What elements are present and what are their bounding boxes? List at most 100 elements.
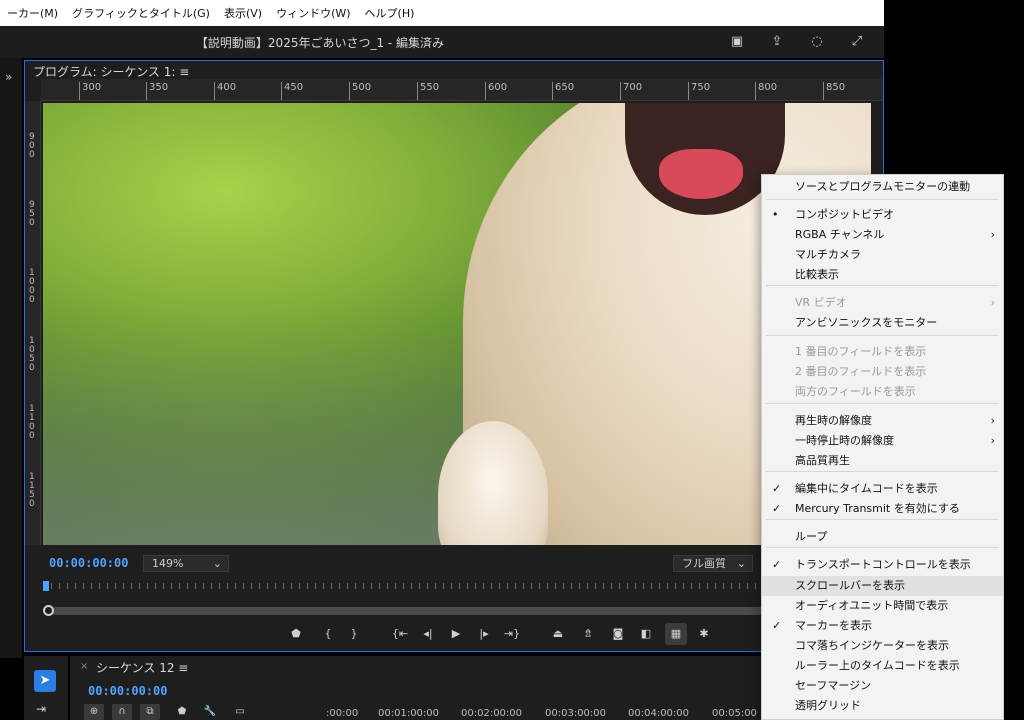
context-menu-item[interactable]: ルーラー上のタイムコードを表示 [762,656,1003,676]
share-icon[interactable]: ⇪ [768,33,786,51]
menu-help[interactable]: ヘルプ(H) [358,5,422,21]
marker-icon[interactable]: ⬟ [172,704,192,720]
settings-icon[interactable]: ▦ [665,623,687,645]
context-menu-item[interactable]: 比較表示 [762,265,1003,285]
context-menu-item[interactable]: 再生時の解像度 › [762,411,1003,431]
background-blur [43,323,463,545]
checkmark-icon: ✓ [772,619,782,632]
menu-marker[interactable]: ーカー(M) [0,5,65,21]
timeline-time-label: :00:00 [326,708,359,719]
checkmark-icon: ✓ [772,558,782,571]
vruler-label: 1150 [29,472,35,509]
ruler-label: 450 [281,82,303,100]
context-menu-item[interactable]: ソースとプログラムモニターの連動 [762,177,1003,197]
context-menu-label: オーディオユニット時間で表示 [795,599,949,612]
context-menu-item: 2 番目のフィールドを表示 [762,362,1003,382]
checkmark-icon: ✓ [772,482,782,495]
context-menu-label: ルーラー上のタイムコードを表示 [795,659,960,672]
vruler-label: 1000 [29,268,35,305]
context-menu-item[interactable]: • コンポジットビデオ [762,205,1003,225]
compare-view-icon[interactable]: ◧ [635,623,657,645]
context-menu-item[interactable]: コマ落ちインジケーターを表示 [762,636,1003,656]
context-menu-item[interactable]: スクロールバーを表示 [762,576,1003,596]
close-icon[interactable]: × [80,661,88,672]
submenu-arrow-icon: › [990,228,995,241]
scrollbar-handle[interactable] [43,605,54,616]
context-menu-item[interactable]: セーフマージン [762,676,1003,696]
context-menu-item: 両方のフィールドを表示 [762,382,1003,402]
step-back-icon[interactable]: ◂| [417,623,439,645]
menu-separator [766,285,999,286]
context-menu-label: セーフマージン [795,679,872,692]
context-menu-label: マルチカメラ [795,248,861,261]
resolution-select[interactable]: フル画質 ⌄ [673,555,753,572]
captions-icon[interactable]: ▭ [230,704,250,720]
fullscreen-icon[interactable]: ⤢ [848,33,866,51]
progress-icon[interactable]: ◌ [808,33,826,51]
monitor-context-menu: ソースとプログラムモニターの連動 • コンポジットビデオ RGBA チャンネル › マルチ… [761,174,1004,720]
context-menu-item[interactable]: 一時停止時の解像度 › [762,431,1003,451]
timeline-title[interactable]: シーケンス 12 ≡ [96,659,188,676]
menu-separator [766,335,999,336]
insert-icon[interactable]: ⊕ [84,704,104,720]
extract-icon[interactable]: ⇯ [577,623,599,645]
menu-separator [766,547,999,548]
context-menu-item[interactable]: マルチカメラ [762,245,1003,265]
panel-title[interactable]: プログラム: シーケンス 1: ≡ [33,63,189,80]
go-to-out-icon[interactable]: ⇥} [501,623,523,645]
context-menu-item[interactable]: ✓ マーカーを表示 [762,616,1003,636]
ruler-label: 800 [755,82,777,100]
premiere-window: ーカー(M) グラフィックとタイトル(G) 表示(V) ウィンドウ(W) ヘルプ… [0,0,1024,720]
wrench-icon[interactable]: 🔧 [200,704,220,720]
context-menu-label: RGBA チャンネル [795,228,885,241]
multicam-icon[interactable]: ✱ [693,623,715,645]
context-menu-item[interactable]: オーディオユニット時間で表示 [762,596,1003,616]
track-select-icon[interactable]: ⇥ [36,702,46,716]
mark-in-icon[interactable]: { [317,623,339,645]
linked-selection-icon[interactable]: ⧉ [140,704,160,720]
snap-icon[interactable]: ∩ [112,704,132,720]
playhead-marker[interactable] [43,581,49,591]
selection-tool-icon[interactable]: ➤ [34,670,56,692]
ruler-label: 650 [552,82,574,100]
menu-window[interactable]: ウィンドウ(W) [269,5,357,21]
zoom-scrollbar[interactable] [45,607,785,615]
context-menu-label: アンビソニックスをモニター [795,316,938,329]
zoom-select[interactable]: 149% ⌄ [143,555,229,572]
timeline-time-label: 00:04:00:00 [628,708,690,719]
quick-export-icon[interactable]: ▣ [728,33,746,51]
playhead-timecode[interactable]: 00:00:00:00 [49,556,128,570]
submenu-arrow-icon: › [990,296,995,309]
context-menu-item[interactable]: ✓ トランスポートコントロールを表示 [762,555,1003,575]
timeline-time-label: 00:05:00 [712,708,757,719]
context-menu-label: 両方のフィールドを表示 [795,385,916,398]
context-menu-label: ループ [795,530,828,543]
lift-icon[interactable]: ⏏ [547,623,569,645]
context-menu-item[interactable]: RGBA チャンネル › [762,225,1003,245]
context-menu-label: 比較表示 [795,268,839,281]
mark-out-icon[interactable]: } [343,623,365,645]
menu-graphics-titles[interactable]: グラフィックとタイトル(G) [65,5,217,21]
video-preview[interactable] [43,103,871,545]
context-menu-item[interactable]: 高品質再生 [762,451,1003,471]
context-menu-item[interactable]: ループ [762,527,1003,547]
export-frame-icon[interactable]: ◙ [607,623,629,645]
menu-view[interactable]: 表示(V) [217,5,269,21]
go-to-in-icon[interactable]: {⇤ [389,623,411,645]
add-marker-icon[interactable]: ⬟ [285,623,307,645]
context-menu-item[interactable]: ✓ Mercury Transmit を有効にする [762,499,1003,519]
context-menu-item[interactable]: ✓ 編集中にタイムコードを表示 [762,479,1003,499]
radio-dot-icon: • [772,208,779,221]
program-monitor-panel: プログラム: シーケンス 1: ≡ 300 350 400 450 500 55… [24,60,884,652]
context-menu-item[interactable]: アンビソニックスをモニター [762,313,1003,333]
step-forward-icon[interactable]: |▸ [473,623,495,645]
timeline-timecode[interactable]: 00:00:00:00 [88,684,167,698]
play-icon[interactable]: ▶ [445,623,467,645]
submenu-arrow-icon: › [990,434,995,447]
expand-panels-icon[interactable]: » [5,70,12,84]
dog-tongue [659,149,743,199]
mini-time-ruler[interactable] [43,579,783,593]
submenu-arrow-icon: › [990,414,995,427]
context-menu-item[interactable]: 透明グリッド [762,696,1003,716]
context-menu-label: コンポジットビデオ [795,208,894,221]
